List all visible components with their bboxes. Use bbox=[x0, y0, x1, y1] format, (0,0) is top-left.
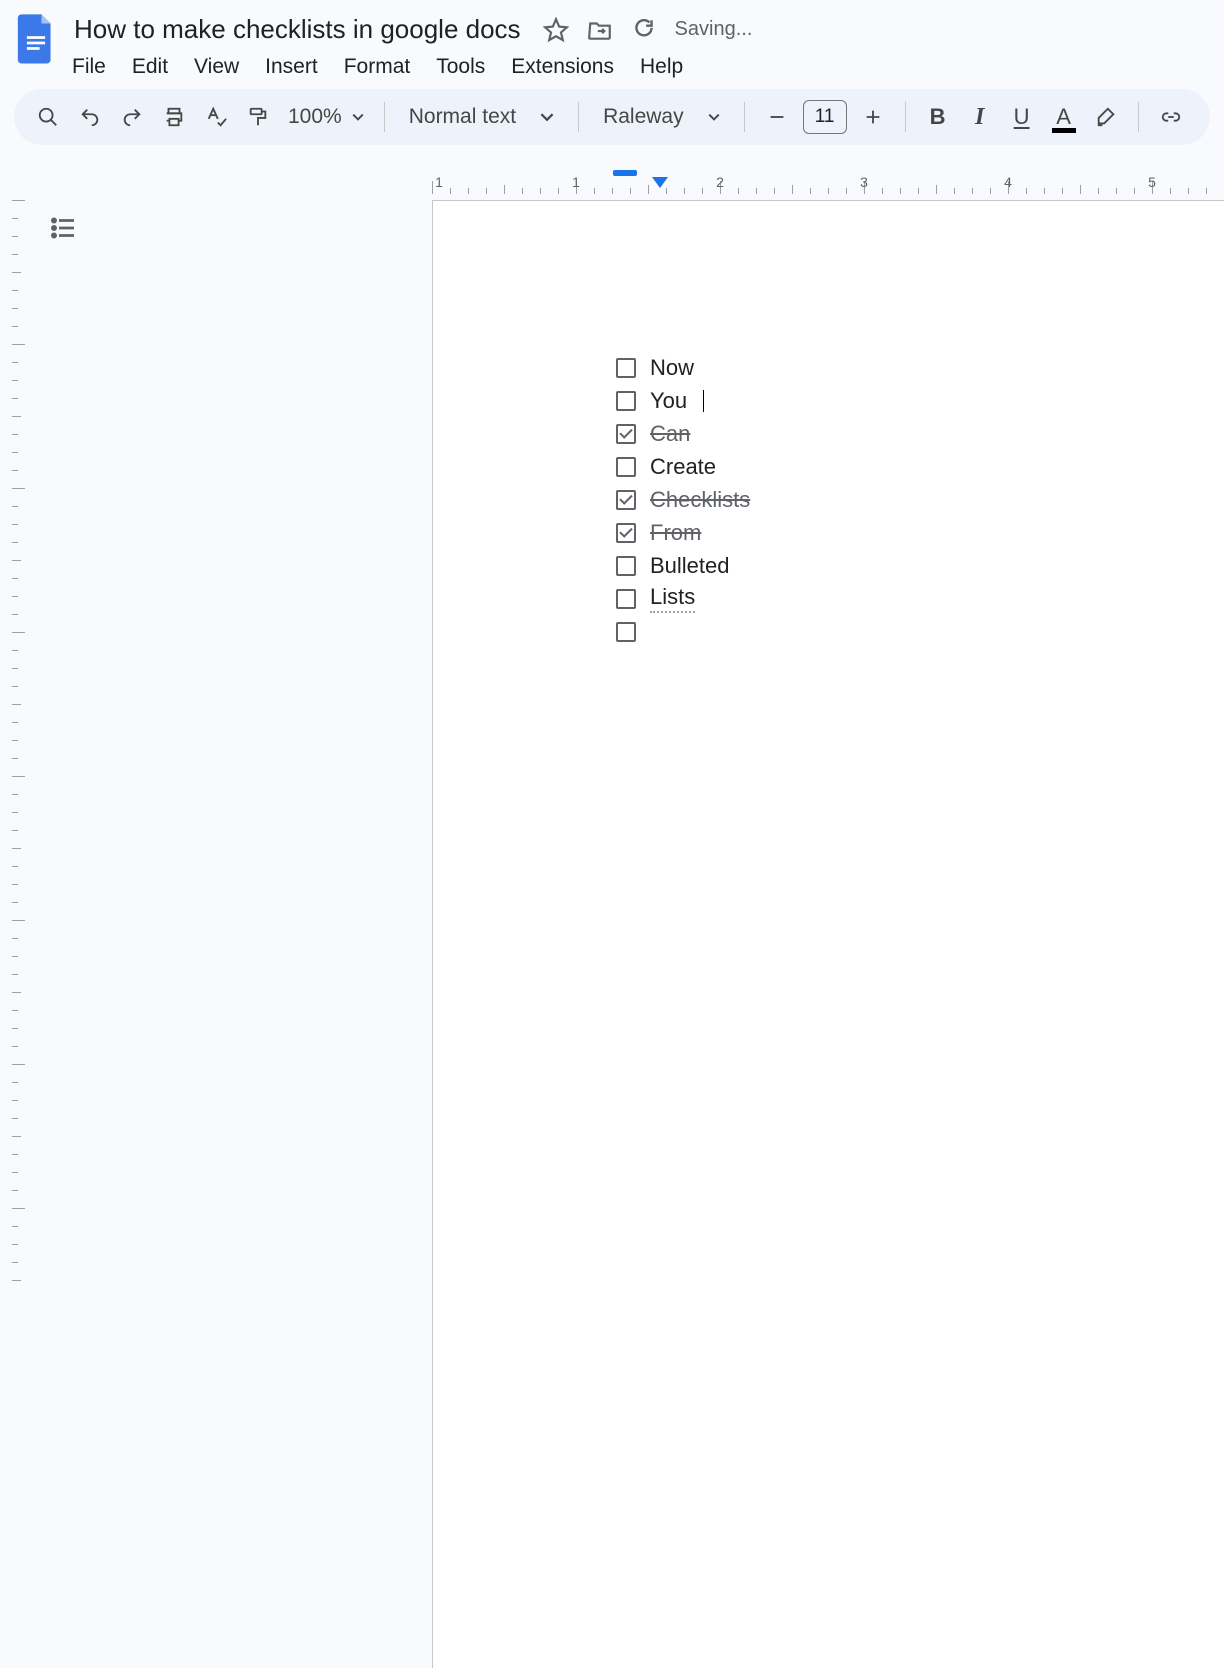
checklist-item[interactable]: Bulleted bbox=[616, 549, 750, 582]
left-indent-handle[interactable] bbox=[652, 177, 668, 188]
checklist-item[interactable]: From bbox=[616, 516, 750, 549]
checkbox-icon[interactable] bbox=[616, 589, 636, 609]
checklist-item-text[interactable]: From bbox=[650, 520, 701, 546]
checklist-item[interactable]: Checklists bbox=[616, 483, 750, 516]
paint-format-icon[interactable] bbox=[240, 99, 276, 135]
checkbox-icon[interactable] bbox=[616, 424, 636, 444]
checklist-item[interactable]: You bbox=[616, 384, 750, 417]
move-icon[interactable] bbox=[587, 17, 613, 43]
separator bbox=[744, 102, 745, 132]
checklist-item[interactable]: Lists bbox=[616, 582, 750, 615]
text-cursor bbox=[703, 390, 704, 412]
highlight-color-button[interactable] bbox=[1088, 99, 1124, 135]
toolbar: 100% Normal text Raleway B I U A bbox=[14, 89, 1210, 145]
chevron-down-icon bbox=[708, 113, 720, 121]
ruler-label: 3 bbox=[860, 174, 868, 190]
document-outline-button[interactable] bbox=[46, 210, 82, 246]
separator bbox=[905, 102, 906, 132]
decrease-font-size-icon[interactable] bbox=[759, 99, 795, 135]
insert-link-button[interactable] bbox=[1153, 99, 1189, 135]
chevron-down-icon bbox=[540, 110, 554, 124]
bold-button[interactable]: B bbox=[920, 99, 956, 135]
checklist-item[interactable] bbox=[616, 615, 750, 648]
undo-icon[interactable] bbox=[72, 99, 108, 135]
ruler-label: 1 bbox=[435, 174, 443, 190]
separator bbox=[384, 102, 385, 132]
checklist-item-text[interactable]: Create bbox=[650, 454, 716, 480]
spellcheck-icon[interactable] bbox=[198, 99, 234, 135]
zoom-select[interactable]: 100% bbox=[282, 105, 370, 129]
ruler-label: 2 bbox=[716, 174, 724, 190]
font-size-input[interactable] bbox=[803, 100, 847, 134]
document-page[interactable]: Now You Can Create Checklists From Bulleted Lis… bbox=[432, 200, 1224, 1668]
chevron-down-icon bbox=[352, 113, 364, 121]
checklist-item-text[interactable]: Lists bbox=[650, 584, 695, 613]
checkbox-icon[interactable] bbox=[616, 523, 636, 543]
checkbox-icon[interactable] bbox=[616, 622, 636, 642]
menu-edit[interactable]: Edit bbox=[132, 55, 168, 79]
paragraph-style-label: Normal text bbox=[409, 105, 516, 129]
separator bbox=[578, 102, 579, 132]
docs-logo[interactable] bbox=[14, 8, 58, 68]
paragraph-style-select[interactable]: Normal text bbox=[399, 105, 564, 129]
menu-tools[interactable]: Tools bbox=[436, 55, 485, 79]
menu-insert[interactable]: Insert bbox=[265, 55, 318, 79]
checklist-item-text[interactable]: Checklists bbox=[650, 487, 750, 513]
ruler-label: 1 bbox=[572, 174, 580, 190]
document-title[interactable]: How to make checklists in google docs bbox=[70, 12, 525, 47]
search-menus-icon[interactable] bbox=[30, 99, 66, 135]
checklist: Now You Can Create Checklists From Bulleted Lis… bbox=[616, 351, 750, 648]
font-label: Raleway bbox=[603, 105, 684, 129]
checkbox-icon[interactable] bbox=[616, 391, 636, 411]
print-icon[interactable] bbox=[156, 99, 192, 135]
checklist-item[interactable]: Can bbox=[616, 417, 750, 450]
menu-bar: File Edit View Insert Format Tools Exten… bbox=[70, 49, 752, 89]
italic-button[interactable]: I bbox=[962, 99, 998, 135]
menu-help[interactable]: Help bbox=[640, 55, 683, 79]
checkbox-icon[interactable] bbox=[616, 490, 636, 510]
checkbox-icon[interactable] bbox=[616, 358, 636, 378]
cloud-sync-icon[interactable] bbox=[631, 17, 657, 43]
zoom-value: 100% bbox=[288, 105, 342, 129]
vertical-ruler[interactable] bbox=[12, 200, 32, 834]
checklist-item[interactable]: Now bbox=[616, 351, 750, 384]
checklist-item-text[interactable]: Now bbox=[650, 355, 694, 381]
star-icon[interactable] bbox=[543, 17, 569, 43]
checklist-item-text[interactable]: Bulleted bbox=[650, 553, 730, 579]
underline-button[interactable]: U bbox=[1004, 99, 1040, 135]
menu-view[interactable]: View bbox=[194, 55, 239, 79]
checkbox-icon[interactable] bbox=[616, 556, 636, 576]
checklist-item-text[interactable]: You bbox=[650, 388, 687, 414]
ruler-label: 4 bbox=[1004, 174, 1012, 190]
text-color-button[interactable]: A bbox=[1046, 99, 1082, 135]
checklist-item-text[interactable]: Can bbox=[650, 421, 690, 447]
first-line-indent-handle[interactable] bbox=[613, 170, 637, 176]
font-select[interactable]: Raleway bbox=[593, 105, 730, 129]
checkbox-icon[interactable] bbox=[616, 457, 636, 477]
menu-extensions[interactable]: Extensions bbox=[511, 55, 614, 79]
save-status: Saving... bbox=[675, 18, 753, 41]
checklist-item[interactable]: Create bbox=[616, 450, 750, 483]
horizontal-ruler[interactable]: 1 123456 bbox=[12, 170, 1224, 194]
redo-icon[interactable] bbox=[114, 99, 150, 135]
increase-font-size-icon[interactable] bbox=[855, 99, 891, 135]
menu-format[interactable]: Format bbox=[344, 55, 411, 79]
separator bbox=[1138, 102, 1139, 132]
menu-file[interactable]: File bbox=[72, 55, 106, 79]
ruler-label: 5 bbox=[1148, 174, 1156, 190]
